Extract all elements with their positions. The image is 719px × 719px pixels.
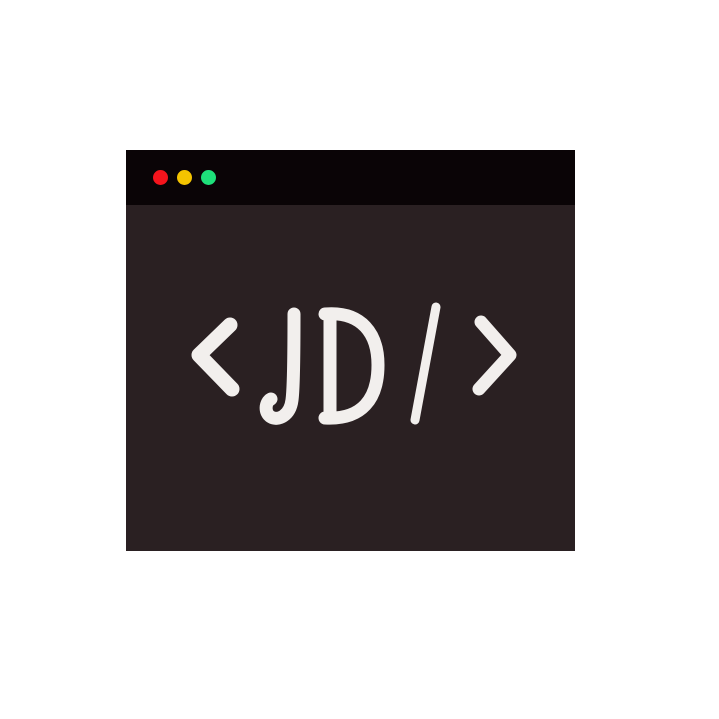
slash (410, 302, 441, 425)
browser-window: <JD/> (126, 150, 575, 551)
close-button[interactable] (153, 170, 168, 185)
left-angle-bracket (191, 317, 240, 397)
logo-strokes (191, 302, 517, 425)
maximize-button[interactable] (201, 170, 216, 185)
window-content: <JD/> (126, 205, 575, 551)
jd-code-logo-icon (191, 302, 517, 425)
letter-j (259, 307, 301, 425)
letter-d (318, 307, 385, 425)
minimize-button[interactable] (177, 170, 192, 185)
right-angle-bracket (472, 315, 517, 396)
window-titlebar (126, 150, 575, 205)
canvas: <JD/> (0, 0, 719, 719)
logo-text: <JD/> (126, 205, 127, 206)
